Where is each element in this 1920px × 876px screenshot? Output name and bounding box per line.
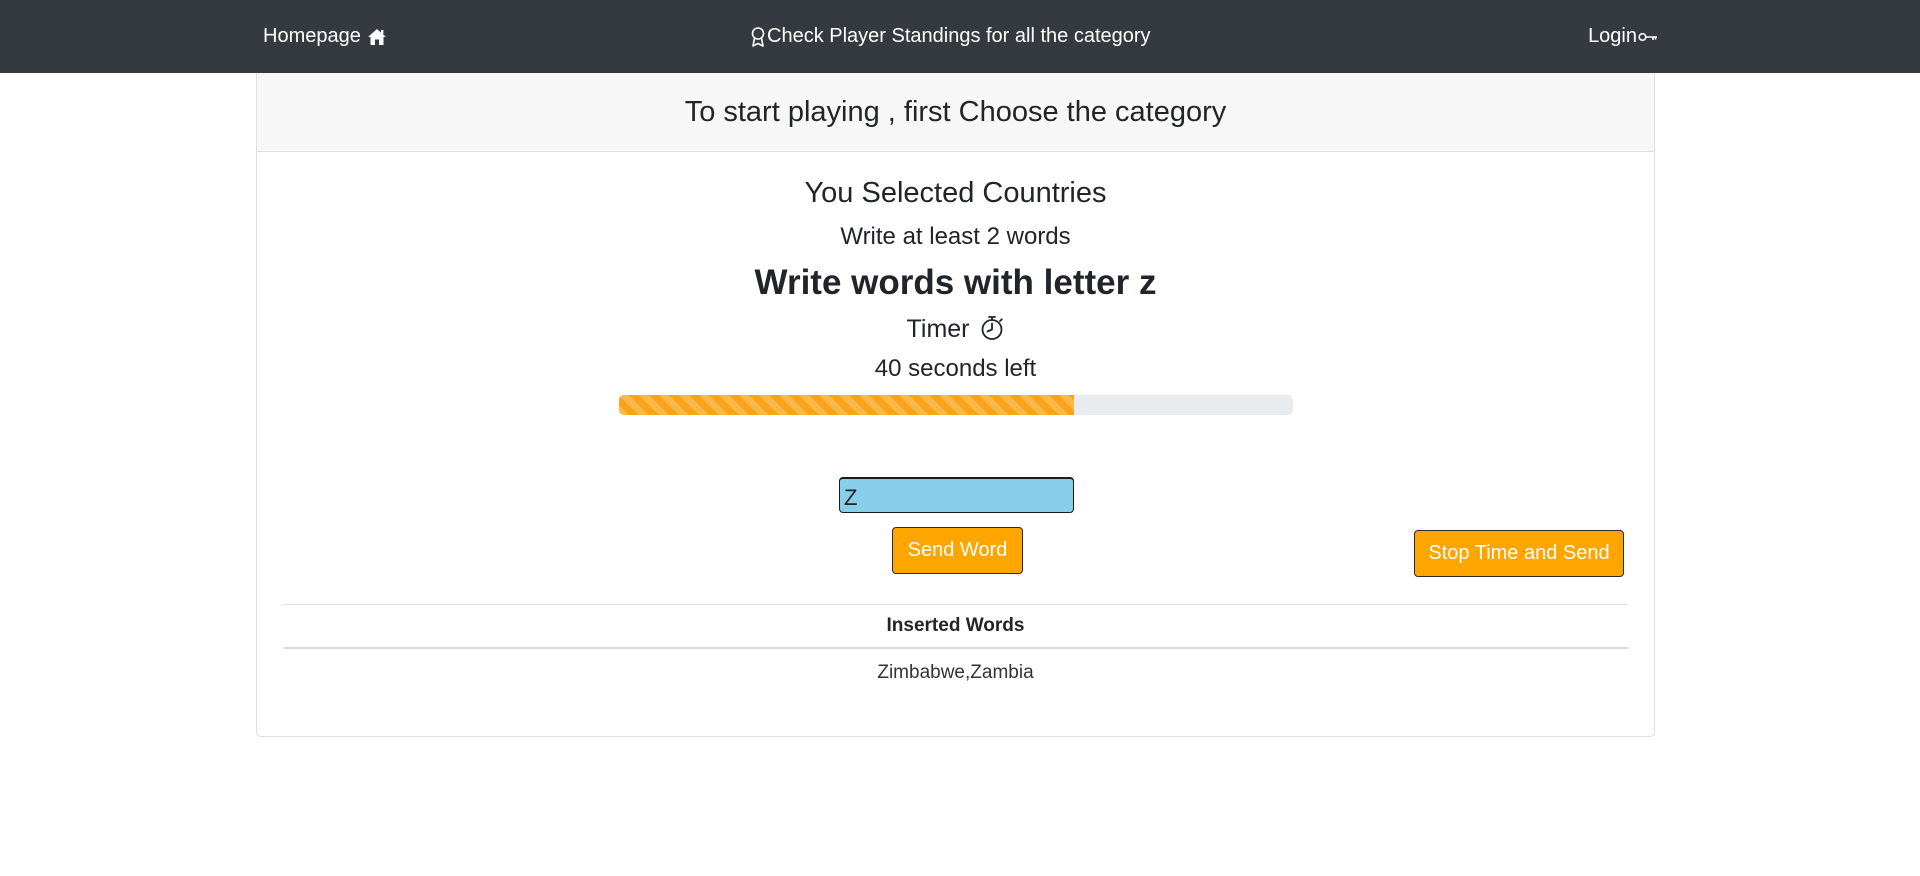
inserted-words-table: Inserted Words Zimbabwe,Zambia [283, 604, 1628, 697]
timer-label: Timer [906, 315, 970, 343]
nav-homepage-label: Homepage [263, 25, 361, 47]
send-word-button[interactable]: Send Word [892, 527, 1023, 574]
nav-login-link[interactable]: Login [1588, 0, 1658, 73]
game-card: To start playing , first Choose the cate… [256, 73, 1655, 737]
award-icon [750, 26, 766, 48]
nav-homepage-link[interactable]: Homepage [263, 0, 387, 73]
timer-progress-bar [619, 395, 1293, 415]
table-row: Zimbabwe,Zambia [283, 648, 1628, 697]
nav-login-label: Login [1588, 25, 1637, 47]
key-icon [1638, 31, 1658, 43]
time-left-text: 40 seconds left [874, 355, 1037, 382]
timer-heading: Timer [257, 315, 1654, 348]
home-icon [367, 28, 387, 46]
selected-category-text: You Selected Countries [804, 177, 1107, 209]
table-header-row: Inserted Words [283, 604, 1628, 649]
stop-time-and-send-button[interactable]: Stop Time and Send [1414, 530, 1624, 577]
nav-standings-link[interactable]: Check Player Standings for all the categ… [750, 0, 1151, 73]
navbar: Homepage Check Player Standings for all … [0, 0, 1920, 73]
word-input[interactable] [839, 477, 1074, 513]
stopwatch-icon [980, 315, 1004, 348]
min-words-text: Write at least 2 words [840, 223, 1071, 250]
inserted-words-cell: Zimbabwe,Zambia [877, 662, 1034, 683]
card-header-title: To start playing , first Choose the cate… [684, 95, 1227, 128]
timer-progress-fill [619, 395, 1074, 415]
inserted-words-header: Inserted Words [283, 604, 1628, 649]
letter-instruction: Write words with letter z [754, 263, 1157, 302]
card-header: To start playing , first Choose the cate… [257, 73, 1654, 152]
nav-standings-label: Check Player Standings for all the categ… [767, 25, 1151, 47]
